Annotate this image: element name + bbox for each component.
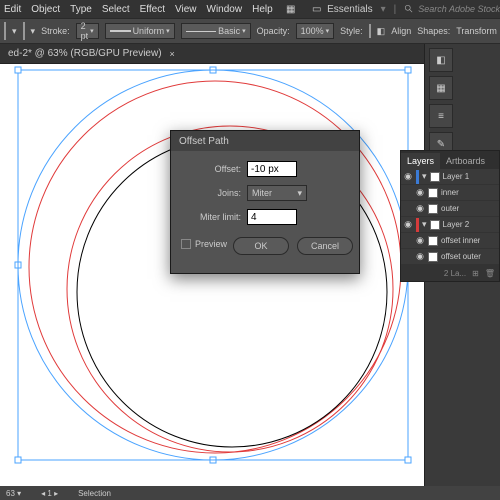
visibility-icon[interactable]: ◉ — [403, 220, 413, 230]
layers-panel: Layers Artboards ◉ ▾ Layer 1 ◉ inner ◉ o… — [400, 150, 500, 282]
expand-icon[interactable]: ▾ — [422, 171, 427, 182]
menu-effect[interactable]: Effect — [140, 4, 165, 15]
sublayer-outer[interactable]: ◉ outer — [401, 201, 499, 217]
stroke-swatch[interactable] — [23, 22, 25, 40]
canvas[interactable] — [0, 64, 424, 486]
visibility-icon[interactable]: ◉ — [415, 236, 425, 246]
tab-artboards[interactable]: Artboards — [440, 153, 491, 169]
sublayer-offset-inner[interactable]: ◉ offset inner — [401, 233, 499, 249]
status-bar: 63 ▾ ◂ 1 ▸ Selection — [0, 486, 500, 500]
tab-layers[interactable]: Layers — [401, 153, 440, 169]
artwork — [0, 64, 424, 486]
layer-thumb — [428, 252, 438, 262]
cancel-button[interactable]: Cancel — [297, 237, 353, 255]
ok-button[interactable]: OK — [233, 237, 289, 255]
menu-type[interactable]: Type — [70, 4, 92, 15]
close-tab-icon[interactable]: × — [170, 49, 175, 59]
brush-def[interactable]: Basic▾ — [181, 23, 251, 39]
checkbox-icon — [181, 239, 191, 249]
arrange-icon[interactable]: ▭ — [309, 1, 325, 17]
layer-thumb — [428, 236, 438, 246]
style-label: Style: — [340, 26, 363, 36]
opacity-label: Opacity: — [257, 26, 290, 36]
joins-select[interactable]: Miter▾ — [247, 185, 307, 201]
artboard-nav[interactable]: ◂ 1 ▸ — [41, 489, 58, 498]
align-label[interactable]: Align — [391, 26, 411, 36]
menu-help[interactable]: Help — [252, 4, 273, 15]
sublayer-inner[interactable]: ◉ inner — [401, 185, 499, 201]
bridge-icon[interactable]: ▦ — [283, 1, 299, 17]
new-layer-icon[interactable]: ⊞ — [472, 269, 479, 278]
control-bar: ▾ ▾ Stroke: 2 pt▾ Uniform▾ Basic▾ Opacit… — [0, 18, 500, 44]
visibility-icon[interactable]: ◉ — [415, 188, 425, 198]
search-placeholder: Search Adobe Stock — [418, 4, 500, 14]
shapes-label[interactable]: Shapes: — [417, 26, 450, 36]
search-icon — [404, 4, 414, 14]
document-title: ed-2* @ 63% (RGB/GPU Preview) — [8, 48, 162, 59]
doc-setup-icon[interactable]: ◧ — [377, 23, 386, 39]
layer-row-1[interactable]: ◉ ▾ Layer 1 — [401, 169, 499, 185]
offset-label: Offset: — [181, 164, 241, 174]
workspace-switcher[interactable]: Essentials — [327, 4, 373, 15]
opacity-field[interactable]: 100%▾ — [296, 23, 335, 39]
layer-thumb — [430, 172, 440, 182]
miter-input[interactable] — [247, 209, 297, 225]
transform-label[interactable]: Transform — [456, 26, 497, 36]
layer-row-2[interactable]: ◉ ▾ Layer 2 — [401, 217, 499, 233]
current-tool: Selection — [78, 489, 111, 498]
menu-object[interactable]: Object — [31, 4, 60, 15]
joins-label: Joins: — [181, 188, 241, 198]
offset-path-dialog: Offset Path Offset: Joins: Miter▾ Miter … — [170, 130, 360, 274]
miter-label: Miter limit: — [181, 212, 241, 222]
preview-checkbox[interactable]: Preview — [181, 239, 227, 249]
dialog-title[interactable]: Offset Path — [171, 131, 359, 151]
swatches-panel-icon[interactable]: ▦ — [429, 76, 453, 100]
layer-thumb — [430, 220, 440, 230]
visibility-icon[interactable]: ◉ — [415, 204, 425, 214]
menu-select[interactable]: Select — [102, 4, 130, 15]
stroke-panel-icon[interactable]: ≡ — [429, 104, 453, 128]
color-panel-icon[interactable]: ◧ — [429, 48, 453, 72]
layer-thumb — [428, 204, 438, 214]
stroke-weight[interactable]: 2 pt▾ — [76, 23, 99, 39]
stroke-label: Stroke: — [41, 26, 70, 36]
fill-swatch[interactable] — [4, 22, 6, 40]
offset-input[interactable] — [247, 161, 297, 177]
zoom-level[interactable]: 63 ▾ — [6, 489, 21, 498]
menu-edit[interactable]: Edit — [4, 4, 21, 15]
menu-window[interactable]: Window — [207, 4, 243, 15]
menu-view[interactable]: View — [175, 4, 197, 15]
layers-footer: 2 La... ⊞ 🗑 — [401, 265, 499, 281]
width-profile[interactable]: Uniform▾ — [105, 23, 175, 39]
style-swatch[interactable] — [369, 24, 371, 38]
layer-count: 2 La... — [444, 269, 466, 278]
visibility-icon[interactable]: ◉ — [415, 252, 425, 262]
expand-icon[interactable]: ▾ — [422, 219, 427, 230]
stock-search[interactable]: Search Adobe Stock — [404, 4, 500, 14]
delete-layer-icon[interactable]: 🗑 — [485, 269, 495, 278]
sublayer-offset-outer[interactable]: ◉ offset outer — [401, 249, 499, 265]
visibility-icon[interactable]: ◉ — [403, 172, 413, 182]
workspace-bar: Essentials ▾ | Search Adobe Stock — [327, 0, 500, 18]
layer-thumb — [428, 188, 438, 198]
